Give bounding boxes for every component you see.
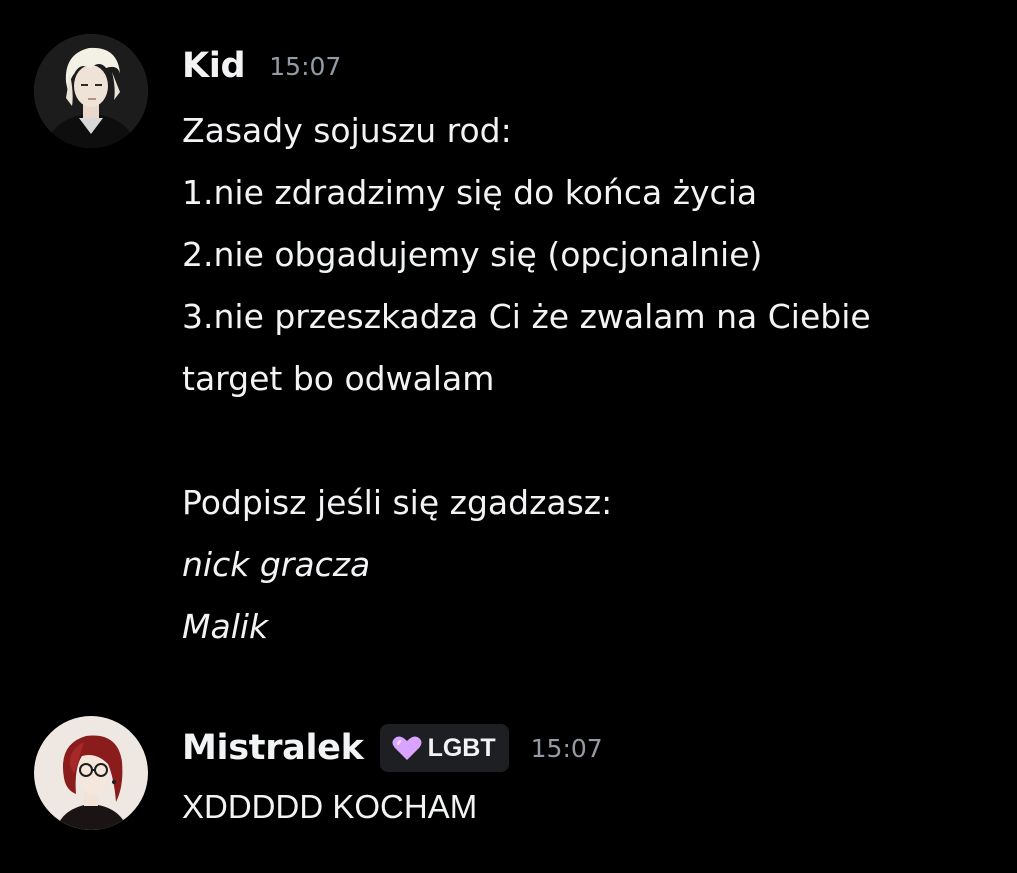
role-label: LGBT [427,733,496,762]
message-content: XDDDDD KOCHAM [182,776,1012,838]
message-line: Zasady sojuszu rod: [182,111,512,150]
avatar-mistralek[interactable] [34,716,148,830]
timestamp[interactable]: 15:07 [269,52,341,81]
italic-line: nick gracza [182,545,371,584]
username[interactable]: Mistralek [182,728,364,768]
italic-line: Malik [182,607,269,646]
avatar-mistralek-image [34,716,148,830]
message-line: 2.nie obgadujemy się (opcjonalnie) [182,235,763,274]
pink-heart-icon [392,736,422,760]
message-line: XDDDDD KOCHAM [182,788,478,825]
avatar-kid-image [34,34,148,148]
role-tag[interactable]: LGBT [379,724,509,772]
timestamp[interactable]: 15:07 [531,734,603,763]
message-line: Podpisz jeśli się zgadzasz: [182,483,613,522]
avatar-kid[interactable] [34,34,148,148]
message-header: Kid 15:07 [182,36,341,96]
message-line: target bo odwalam [182,359,495,398]
username[interactable]: Kid [182,46,246,86]
message-line: 1.nie zdradzimy się do końca życia [182,173,758,212]
message-content: Zasady sojuszu rod: 1.nie zdradzimy się … [182,100,1012,658]
message-header: Mistralek LGBT 15:07 [182,718,603,778]
message-line: 3.nie przeszkadza Ci że zwalam na Ciebie [182,297,871,336]
